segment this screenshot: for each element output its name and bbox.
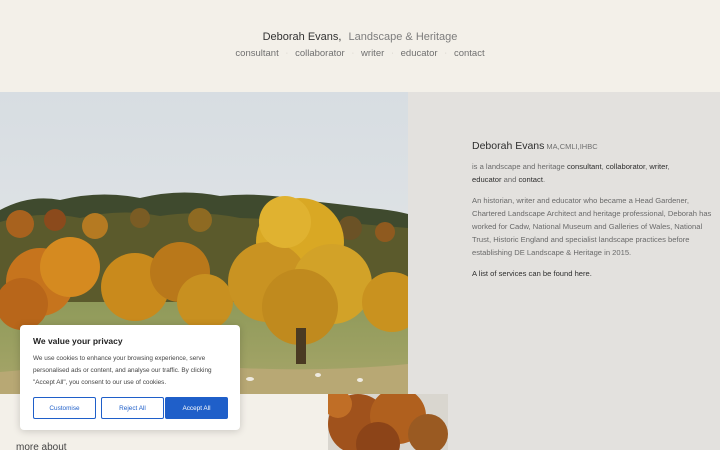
intro-qualifications: MA,CMLI,IHBC: [546, 142, 598, 151]
brand-name[interactable]: Deborah Evans: [263, 31, 339, 43]
nav-separator: ·: [285, 49, 289, 57]
link-consultant[interactable]: consultant: [567, 162, 602, 171]
brand-tagline[interactable]: Landscape & Heritage: [349, 31, 458, 43]
nav-separator: ·: [444, 49, 447, 57]
nav-separator: ·: [391, 49, 394, 57]
intro-panel: Deborah Evans MA,CMLI,IHBC is a landscape…: [408, 92, 720, 394]
nav-separator: ·: [351, 49, 355, 57]
nav-writer[interactable]: writer: [361, 48, 384, 59]
cookie-description: We use cookies to enhance your browsing …: [33, 355, 212, 386]
nav-educator[interactable]: educator: [401, 48, 438, 59]
secondary-tree-image: [328, 394, 448, 450]
nav-collaborator[interactable]: collaborator: [295, 48, 345, 59]
site-header: Deborah Evans, Landscape & Heritage cons…: [0, 0, 720, 92]
intro-bio: An historian, writer and educator who be…: [472, 196, 712, 257]
customise-button[interactable]: Customise: [33, 397, 96, 419]
services-link[interactable]: A list of services can be found here.: [472, 267, 712, 280]
reject-all-button[interactable]: Reject All: [101, 397, 164, 419]
nav-contact[interactable]: contact: [454, 48, 485, 59]
intro-heading: Deborah Evans MA,CMLI,IHBC: [472, 140, 712, 152]
more-about-heading: more about: [16, 442, 67, 450]
accept-all-button[interactable]: Accept All: [165, 397, 228, 419]
link-writer[interactable]: writer: [649, 162, 667, 171]
intro-content: Deborah Evans MA,CMLI,IHBC is a landscape…: [472, 140, 712, 280]
brand-comma: ,: [338, 31, 342, 43]
link-contact[interactable]: contact: [518, 175, 542, 184]
site-brand[interactable]: Deborah Evans, Landscape & Heritage: [0, 31, 720, 43]
cookie-consent-dialog: We value your privacy We use cookies to …: [20, 325, 240, 430]
intro-and: and: [501, 175, 519, 184]
intro-summary-text: is a landscape and heritage: [472, 162, 567, 171]
intro-summary: is a landscape and heritage consultant, …: [472, 160, 712, 186]
link-educator[interactable]: educator: [472, 175, 502, 184]
punct: .: [542, 175, 546, 184]
intro-name: Deborah Evans: [472, 140, 545, 152]
cookie-title: We value your privacy: [33, 336, 123, 346]
main-nav: consultant · collaborator · writer · educator ·…: [0, 48, 720, 59]
link-collaborator[interactable]: collaborator: [606, 162, 645, 171]
nav-consultant[interactable]: consultant: [235, 48, 278, 59]
bottom-right-panel: [448, 394, 720, 450]
punct: ,: [667, 162, 670, 171]
